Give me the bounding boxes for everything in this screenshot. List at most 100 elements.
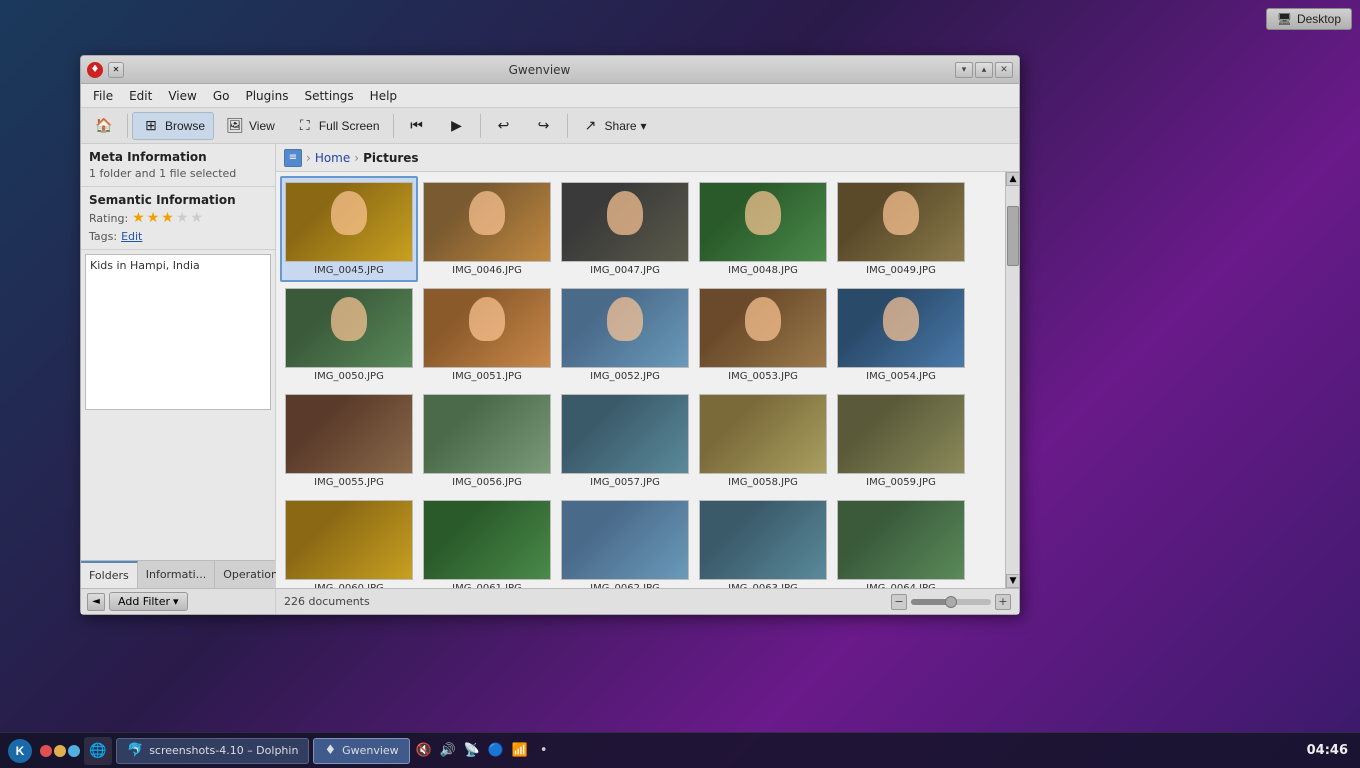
thumbnail-item[interactable]: IMG_0057.JPG [556, 388, 694, 494]
separator-1 [127, 114, 128, 138]
undo-button[interactable]: ↩ [485, 112, 523, 140]
star-3[interactable]: ★ [161, 210, 174, 226]
taskbar-network-icon[interactable]: 🌐 [84, 737, 112, 765]
redo-button[interactable]: ↪ [525, 112, 563, 140]
menu-help[interactable]: Help [362, 87, 405, 105]
breadcrumb-sep-1: › [306, 151, 311, 165]
minimize-button[interactable]: ▴ [975, 62, 993, 78]
wifi-icon[interactable]: 📶 [510, 741, 530, 761]
fullscreen-button[interactable]: ⛶ Full Screen [286, 112, 389, 140]
kde-menu-button[interactable]: K [4, 736, 36, 766]
view-label: View [249, 119, 275, 133]
thumbnail-item[interactable]: IMG_0063.JPG [694, 494, 832, 588]
redo-icon: ↪ [534, 116, 554, 136]
add-filter-button[interactable]: Add Filter ▾ [109, 592, 188, 611]
thumbnail-item[interactable]: IMG_0058.JPG [694, 388, 832, 494]
volume-icon[interactable]: 🔊 [438, 741, 458, 761]
thumbnail-item[interactable]: IMG_0062.JPG [556, 494, 694, 588]
thumbnail-item[interactable]: IMG_0053.JPG [694, 282, 832, 388]
star-1[interactable]: ★ [132, 210, 145, 226]
menu-plugins[interactable]: Plugins [237, 87, 296, 105]
zoom-slider-thumb[interactable] [945, 596, 957, 608]
gwenview-task[interactable]: ♦ Gwenview [313, 738, 409, 764]
thumbnail-label: IMG_0045.JPG [285, 265, 413, 276]
prev-icon: ⏮ [407, 116, 427, 136]
scrollbar[interactable]: ▲ ▼ [1005, 172, 1019, 588]
thumbnail-item[interactable]: IMG_0046.JPG [418, 176, 556, 282]
thumbnail-label: IMG_0052.JPG [561, 371, 689, 382]
prev-button[interactable]: ⏮ [398, 112, 436, 140]
play-button[interactable]: ▶ [438, 112, 476, 140]
thumbnail-item[interactable]: IMG_0047.JPG [556, 176, 694, 282]
dot-1[interactable] [40, 745, 52, 757]
tab-information[interactable]: Informati... [138, 561, 215, 588]
star-5[interactable]: ★ [190, 210, 203, 226]
play-icon: ▶ [447, 116, 467, 136]
thumbnail-item[interactable]: IMG_0059.JPG [832, 388, 970, 494]
thumbnail-label: IMG_0051.JPG [423, 371, 551, 382]
add-filter-label: Add Filter [118, 595, 170, 608]
zoom-slider[interactable] [911, 599, 991, 605]
scrollbar-track [1006, 186, 1019, 574]
share-button[interactable]: ↗ Share ▾ [572, 112, 656, 140]
thumbnail-item[interactable]: IMG_0045.JPG [280, 176, 418, 282]
thumbnail-item[interactable]: IMG_0052.JPG [556, 282, 694, 388]
thumbnail-label: IMG_0049.JPG [837, 265, 965, 276]
zoom-out-button[interactable]: − [891, 594, 907, 610]
zoom-control: − + [891, 594, 1011, 610]
menu-view[interactable]: View [160, 87, 204, 105]
thumbnail-image [699, 500, 827, 580]
thumbnail-item[interactable]: IMG_0060.JPG [280, 494, 418, 588]
dot-3[interactable] [68, 745, 80, 757]
network-tray-icon[interactable]: 📡 [462, 741, 482, 761]
thumbnail-item[interactable]: IMG_0064.JPG [832, 494, 970, 588]
thumbnail-item[interactable]: IMG_0054.JPG [832, 282, 970, 388]
menu-settings[interactable]: Settings [296, 87, 361, 105]
thumbnail-item[interactable]: IMG_0051.JPG [418, 282, 556, 388]
tags-edit-link[interactable]: Edit [121, 230, 142, 243]
browse-button[interactable]: ⊞ Browse [132, 112, 214, 140]
description-box[interactable]: Kids in Hampi, India [85, 254, 271, 410]
thumbnail-item[interactable]: IMG_0061.JPG [418, 494, 556, 588]
battery-icon[interactable]: • [534, 741, 554, 761]
zoom-in-button[interactable]: + [995, 594, 1011, 610]
scrollbar-up[interactable]: ▲ [1006, 172, 1019, 186]
thumbnail-item[interactable]: IMG_0055.JPG [280, 388, 418, 494]
close-button[interactable]: ✕ [995, 62, 1013, 78]
menu-file[interactable]: File [85, 87, 121, 105]
scrollbar-thumb[interactable] [1007, 206, 1019, 266]
thumbnail-item[interactable]: IMG_0049.JPG [832, 176, 970, 282]
star-4[interactable]: ★ [176, 210, 189, 226]
meta-title: Meta Information [89, 150, 267, 164]
desktop: 🖥 Desktop ♦ ✕ Gwenview ▾ ▴ ✕ File Edit V… [0, 0, 1360, 768]
undo-icon: ↩ [494, 116, 514, 136]
thumbnail-label: IMG_0058.JPG [699, 477, 827, 488]
thumbnail-item[interactable]: IMG_0056.JPG [418, 388, 556, 494]
menu-go[interactable]: Go [205, 87, 238, 105]
tab-folders[interactable]: Folders [81, 561, 138, 588]
separator-2 [393, 114, 394, 138]
right-content: ≡ › Home › Pictures IMG_0045.JPGIMG_0046… [276, 144, 1019, 614]
thumbnail-image [423, 394, 551, 474]
view-button[interactable]: 🖼 View [216, 112, 284, 140]
dolphin-task[interactable]: 🐬 screenshots-4.10 – Dolphin [116, 738, 309, 764]
breadcrumb-home[interactable]: Home [315, 151, 350, 165]
desktop-icon: 🖥 [1277, 12, 1292, 26]
thumbnail-grid[interactable]: IMG_0045.JPGIMG_0046.JPGIMG_0047.JPGIMG_… [276, 172, 1005, 588]
menu-edit[interactable]: Edit [121, 87, 160, 105]
roll-up-button[interactable]: ▾ [955, 62, 973, 78]
star-2[interactable]: ★ [147, 210, 160, 226]
thumbnail-image [561, 288, 689, 368]
close-button-small[interactable]: ✕ [108, 62, 124, 78]
scrollbar-down[interactable]: ▼ [1006, 574, 1019, 588]
mute-icon[interactable]: 🔇 [414, 741, 434, 761]
thumbnail-label: IMG_0059.JPG [837, 477, 965, 488]
thumbnail-item[interactable]: IMG_0050.JPG [280, 282, 418, 388]
filter-arrow-button[interactable]: ◄ [87, 593, 105, 611]
breadcrumb-current[interactable]: Pictures [363, 151, 419, 165]
home-button[interactable]: 🏠 [85, 112, 123, 140]
bluetooth-icon[interactable]: 🔵 [486, 741, 506, 761]
desktop-button[interactable]: 🖥 Desktop [1266, 8, 1352, 30]
thumbnail-item[interactable]: IMG_0048.JPG [694, 176, 832, 282]
dot-2[interactable] [54, 745, 66, 757]
